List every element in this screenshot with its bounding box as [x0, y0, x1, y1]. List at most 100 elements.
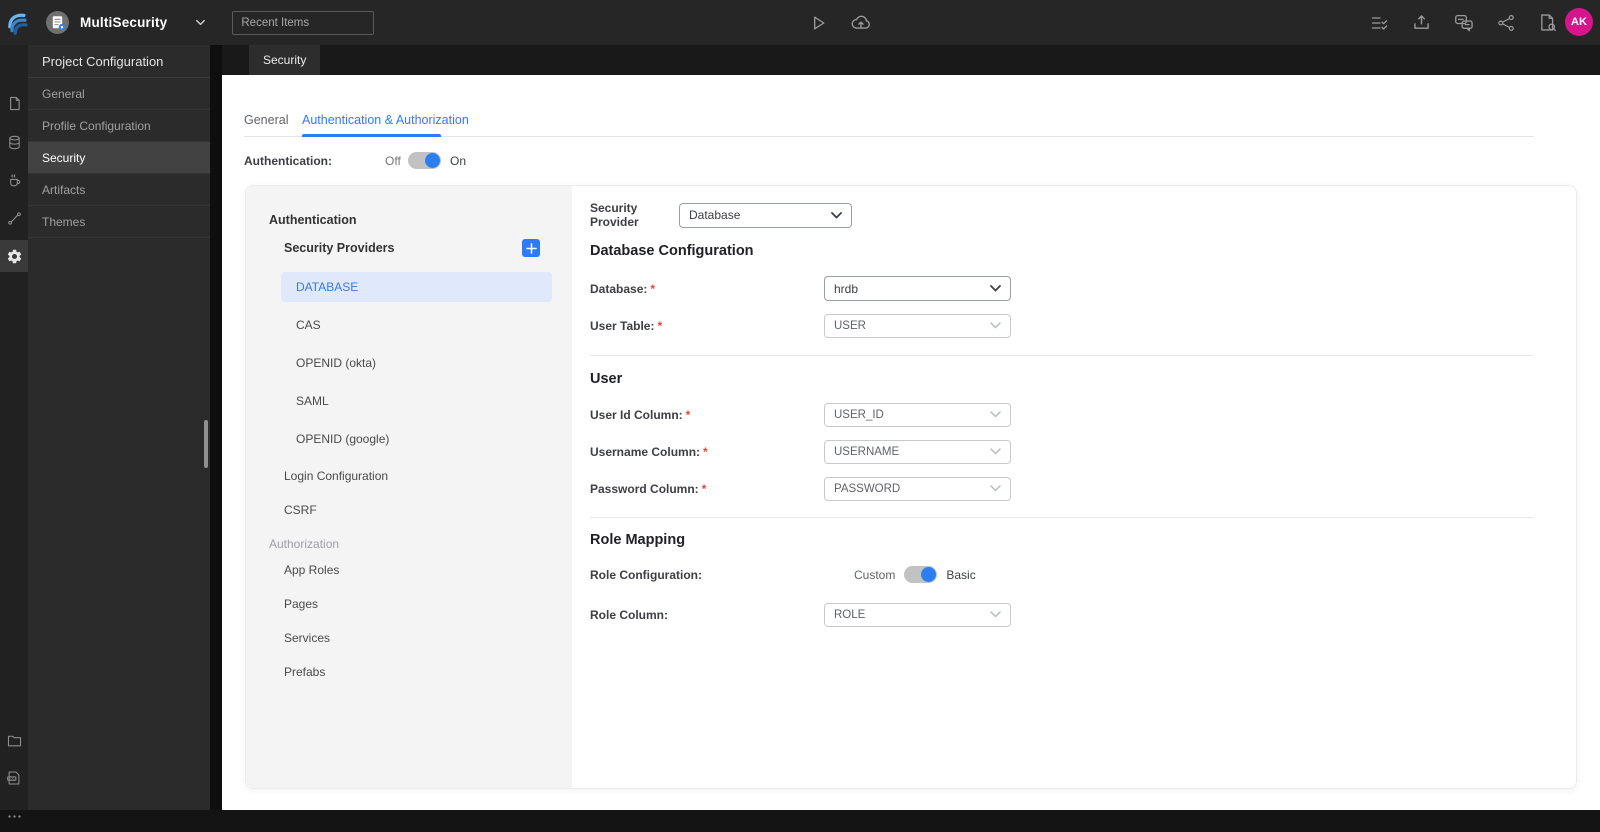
section-title-database-configuration: Database Configuration — [590, 243, 754, 259]
pages-icon[interactable] — [0, 87, 28, 119]
apis-connector-icon[interactable] — [0, 202, 28, 234]
required-asterisk: * — [685, 407, 691, 422]
release-notes-checklist-icon[interactable] — [1370, 13, 1390, 33]
toggle-knob — [425, 153, 440, 168]
chevron-down-icon — [990, 322, 1001, 329]
role-column-value: ROLE — [834, 608, 866, 621]
project-config-sidebar: Project Configuration General Profile Co… — [28, 45, 210, 810]
sidebar-title: Project Configuration — [28, 45, 210, 78]
feedback-chat-icon[interactable] — [1453, 12, 1475, 34]
required-asterisk: * — [650, 281, 656, 296]
more-options-icon[interactable] — [0, 800, 28, 832]
sidebar-item-themes[interactable]: Themes — [28, 206, 210, 238]
logs-icon[interactable]: LOG — [0, 762, 28, 794]
export-publish-icon[interactable] — [1411, 12, 1432, 33]
user-table-select[interactable]: USER — [824, 313, 1011, 338]
database-label: Database: * — [590, 281, 656, 296]
username-column-select[interactable]: USERNAME — [824, 439, 1011, 464]
username-column-label: Username Column: * — [590, 444, 708, 459]
database-select[interactable]: hrdb — [824, 276, 1011, 301]
section-title-user: User — [590, 371, 623, 387]
security-provider-value: Database — [689, 208, 741, 222]
chevron-down-icon — [990, 285, 1001, 292]
required-asterisk: * — [703, 444, 708, 459]
sidebar-item-security[interactable]: Security — [28, 142, 210, 174]
file-explorer-folder-icon[interactable] — [0, 724, 28, 756]
sidebar-item-general[interactable]: General — [28, 78, 210, 110]
tab-authentication-authorization[interactable]: Authentication & Authorization — [302, 103, 469, 136]
nav-item-csrf[interactable]: CSRF — [284, 503, 317, 517]
chevron-down-icon — [990, 448, 1001, 455]
toggle-knob — [921, 567, 937, 582]
workspace-tab-strip — [210, 45, 1600, 75]
provider-item-openid-google[interactable]: OPENID (google) — [296, 432, 389, 446]
role-toggle-custom-label: Custom — [854, 567, 896, 582]
user-id-column-label: User Id Column: * — [590, 407, 691, 422]
add-provider-button[interactable] — [522, 239, 540, 257]
role-configuration-toggle[interactable] — [904, 566, 938, 583]
security-providers-label: Security Providers — [284, 241, 395, 255]
authentication-toggle[interactable] — [408, 152, 441, 169]
nav-item-prefabs[interactable]: Prefabs — [284, 665, 325, 679]
provider-item-cas[interactable]: CAS — [296, 318, 321, 332]
security-provider-label: Security Provider — [590, 201, 639, 229]
username-column-value: USERNAME — [834, 445, 900, 458]
authentication-off-label: Off — [385, 154, 401, 168]
section-divider — [590, 355, 1533, 356]
role-column-select[interactable]: ROLE — [824, 602, 1011, 627]
share-branch-icon[interactable] — [1496, 13, 1516, 33]
role-configuration-label: Role Configuration: — [590, 567, 702, 582]
plus-icon — [525, 242, 537, 254]
file-search-icon[interactable] — [1537, 12, 1558, 33]
chevron-down-icon — [990, 411, 1001, 418]
user-avatar[interactable]: AK — [1565, 8, 1593, 36]
nav-item-app-roles[interactable]: App Roles — [284, 563, 339, 577]
user-id-column-value: USER_ID — [834, 408, 884, 421]
authorization-section-header: Authorization — [269, 537, 340, 551]
authentication-label: Authentication: — [244, 154, 332, 168]
top-bar: MultiSecurity Recent Items AK — [0, 0, 1600, 45]
provider-item-database[interactable]: DATABASE — [281, 272, 552, 302]
deploy-cloud-upload-icon[interactable] — [850, 12, 872, 34]
sidebar-gap — [210, 45, 222, 810]
nav-item-pages[interactable]: Pages — [284, 597, 318, 611]
sidebar-item-profile-configuration[interactable]: Profile Configuration — [28, 110, 210, 142]
authentication-section-header: Authentication — [269, 213, 357, 227]
run-play-icon[interactable] — [808, 13, 828, 33]
user-id-column-select[interactable]: USER_ID — [824, 402, 1011, 427]
chevron-down-icon — [990, 485, 1001, 492]
tab-general[interactable]: General — [244, 103, 288, 136]
provider-item-saml[interactable]: SAML — [296, 394, 329, 408]
svg-text:LOG: LOG — [9, 777, 15, 781]
sidebar-item-artifacts[interactable]: Artifacts — [28, 174, 210, 206]
section-title-role-mapping: Role Mapping — [590, 532, 686, 548]
recent-items-input[interactable] — [232, 10, 375, 35]
icon-rail: LOG — [0, 45, 28, 818]
role-toggle-basic-label: Basic — [946, 567, 976, 582]
role-column-label: Role Column: — [590, 607, 668, 622]
project-name: MultiSecurity — [80, 15, 168, 30]
sidebar-scrollbar[interactable] — [204, 420, 208, 468]
provider-item-openid-okta[interactable]: OPENID (okta) — [296, 356, 376, 370]
project-avatar-icon[interactable] — [45, 10, 70, 35]
chevron-down-icon — [831, 211, 842, 218]
required-asterisk: * — [701, 481, 707, 496]
authentication-on-label: On — [450, 154, 467, 168]
database-value: hrdb — [834, 281, 859, 296]
active-tab-underline — [302, 134, 441, 137]
password-column-select[interactable]: PASSWORD — [824, 476, 1011, 501]
nav-item-login-configuration[interactable]: Login Configuration — [284, 469, 388, 483]
user-table-value: USER — [834, 319, 866, 332]
workspace-tab-security[interactable]: Security — [249, 45, 321, 75]
required-asterisk: * — [657, 318, 663, 333]
database-icon[interactable] — [0, 126, 28, 158]
security-provider-select[interactable]: Database — [679, 202, 852, 228]
nav-item-services[interactable]: Services — [284, 631, 330, 645]
settings-gear-icon[interactable] — [0, 240, 28, 272]
project-chevron-down-icon[interactable] — [193, 15, 208, 30]
wavemaker-logo-icon — [8, 13, 28, 35]
authentication-nav-panel: Authentication Security Providers DATABA… — [246, 186, 572, 788]
java-services-icon[interactable] — [0, 164, 28, 196]
security-config-card: Authentication Security Providers DATABA… — [245, 185, 1577, 789]
security-settings-page: General Authentication & Authorization A… — [222, 75, 1600, 810]
